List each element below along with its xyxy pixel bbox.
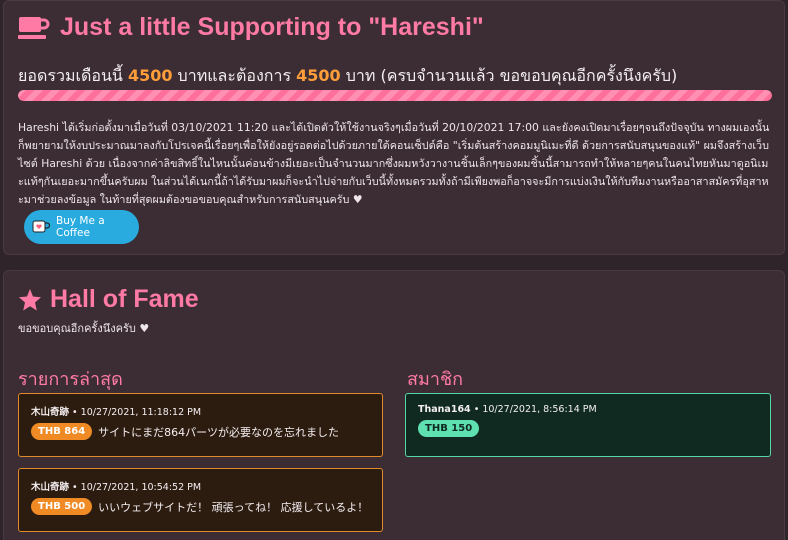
entry-message: サイトにまだ864パーツが必要なのを忘れました bbox=[98, 425, 339, 439]
support-description: Hareshi ได้เริ่มก่อตั้งมาเมื่อวันที่ 03/… bbox=[18, 119, 774, 209]
support-card: Just a little Supporting to "Hareshi" ยอ… bbox=[3, 0, 785, 255]
bmc-label: Buy Me a Coffee bbox=[56, 215, 105, 239]
support-header: Just a little Supporting to "Hareshi" bbox=[18, 13, 484, 42]
entry-message: いいウェブサイトだ！ 頑張ってね！ 応援しているよ！ bbox=[98, 500, 369, 514]
amount-badge: THB 864 bbox=[31, 423, 93, 440]
entry-time: • 10/27/2021, 11:18:12 PM bbox=[69, 407, 202, 418]
support-title: Just a little Supporting to "Hareshi" bbox=[60, 13, 484, 41]
members-heading: สมาชิก bbox=[407, 369, 464, 390]
description-text: Hareshi ได้เริ่มก่อตั้งมาเมื่อวันที่ 03/… bbox=[18, 121, 770, 206]
summary-suffix: บาท (ครบจำนวนแล้ว ขอขอบคุณอีกครั้งนึงครั… bbox=[340, 66, 678, 85]
entry-line: THB 150 bbox=[418, 420, 758, 437]
star-icon bbox=[19, 288, 41, 310]
current-amount: 4500 bbox=[127, 66, 173, 85]
member-entry: Thana164 • 10/27/2021, 8:56:14 PM THB 15… bbox=[405, 393, 771, 457]
heart-icon: ♥ bbox=[352, 193, 363, 206]
target-amount: 4500 bbox=[296, 66, 341, 85]
latest-entry: 木山奇跡 • 10/27/2021, 10:54:52 PM THB 500 い… bbox=[18, 468, 383, 532]
entry-line: THB 864 サイトにまだ864パーツが必要なのを忘れました bbox=[31, 423, 370, 440]
buy-me-a-coffee-button[interactable]: Buy Me a Coffee bbox=[24, 210, 139, 244]
fame-title: Hall of Fame bbox=[50, 285, 199, 313]
amount-badge: THB 500 bbox=[31, 498, 93, 515]
hall-of-fame-card: Hall of Fame ขอขอบคุณอีกครั้งนึงครับ ♥ ร… bbox=[3, 270, 785, 540]
entry-line: THB 500 いいウェブサイトだ！ 頑張ってね！ 応援しているよ！ bbox=[31, 498, 370, 515]
bmc-cup-icon bbox=[32, 220, 51, 234]
entry-meta: Thana164 • 10/27/2021, 8:56:14 PM bbox=[418, 404, 758, 415]
latest-heading: รายการล่าสุด bbox=[18, 369, 123, 390]
entry-meta: 木山奇跡 • 10/27/2021, 10:54:52 PM bbox=[31, 479, 370, 493]
amount-badge: THB 150 bbox=[418, 420, 480, 437]
entry-meta: 木山奇跡 • 10/27/2021, 11:18:12 PM bbox=[31, 404, 370, 418]
entry-time: • 10/27/2021, 8:56:14 PM bbox=[470, 404, 597, 415]
funding-progress-bar bbox=[18, 90, 772, 101]
entry-name: 木山奇跡 bbox=[31, 407, 70, 418]
fame-subtitle-text: ขอขอบคุณอีกครั้งนึงครับ bbox=[18, 322, 136, 335]
summary-middle: บาทและต้องการ bbox=[172, 66, 297, 85]
latest-entry: 木山奇跡 • 10/27/2021, 11:18:12 PM THB 864 サ… bbox=[18, 393, 383, 457]
entry-time: • 10/27/2021, 10:54:52 PM bbox=[69, 482, 202, 493]
heart-icon: ♥ bbox=[139, 322, 150, 335]
summary-prefix: ยอดรวมเดือนนี้ bbox=[18, 66, 128, 85]
fame-header: Hall of Fame bbox=[18, 285, 199, 314]
monthly-summary: ยอดรวมเดือนนี้ 4500 บาทและต้องการ 4500 บ… bbox=[18, 64, 677, 89]
fame-subtitle: ขอขอบคุณอีกครั้งนึงครับ ♥ bbox=[18, 319, 149, 337]
funding-progress-fill bbox=[18, 90, 772, 101]
entry-name: Thana164 bbox=[418, 404, 471, 415]
entry-name: 木山奇跡 bbox=[31, 482, 70, 493]
coffee-cup-icon bbox=[18, 15, 50, 41]
